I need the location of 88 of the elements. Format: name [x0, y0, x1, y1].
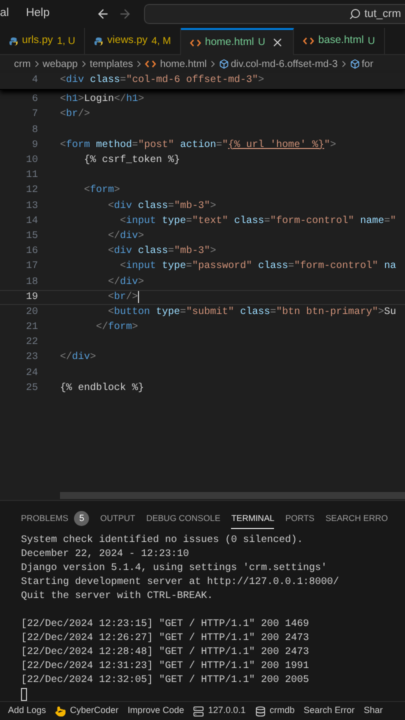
status-item[interactable]: Shar — [364, 704, 383, 718]
code-line: <form> — [83, 184, 120, 198]
status-item[interactable]: crmdb — [254, 704, 295, 718]
terminal-line: [22/Dec/2024 12:28:48] "GET / HTTP/1.1" 200 2473 — [21, 646, 310, 660]
editor-tab[interactable]: home.html U — [181, 28, 294, 55]
terminal-line: [22/Dec/2024 12:23:15] "GET / HTTP/1.1" 200 1469 — [21, 618, 310, 632]
code-line: </div> — [107, 230, 144, 244]
code-line: <input type="text" class="form-control" name=" — [119, 214, 396, 229]
line-number: 10 — [24, 154, 39, 168]
code-brackets-icon — [145, 60, 156, 68]
line-number: 22 — [24, 336, 39, 350]
code-line: <div class="mb-3"> — [107, 244, 216, 260]
terminal-line: [22/Dec/2024 12:31:23] "GET / HTTP/1.1" 200 1991 — [21, 660, 310, 674]
line-number: 12 — [24, 184, 39, 198]
line-number: 13 — [24, 200, 39, 214]
code-brackets-icon — [303, 37, 314, 45]
line-number: 23 — [24, 351, 39, 366]
cube-icon — [350, 59, 360, 69]
breadcrumb-item[interactable]: for — [362, 56, 374, 72]
panel-tab[interactable]: OUTPUT — [100, 509, 136, 529]
code-line: <br/> — [107, 290, 138, 305]
menu-item[interactable]: Help — [20, 5, 56, 23]
line-number: 8 — [30, 124, 39, 138]
line-number: 18 — [24, 276, 39, 290]
terminal-line: System check identified no issues (0 silenced). — [21, 534, 304, 548]
python-file-icon — [9, 36, 18, 46]
line-number: 7 — [30, 108, 39, 122]
line-number: 4 — [30, 74, 39, 88]
code-line: <button type="submit" class="btn btn-primary">Su — [107, 306, 396, 320]
panel-tab[interactable]: PROBLEMS 5 — [21, 509, 90, 529]
line-number: 19 — [24, 290, 39, 305]
code-line: <br/> — [60, 108, 90, 122]
code-line: {% endblock %} — [60, 382, 144, 396]
panel-tab[interactable]: DEBUG CONSOLE — [146, 509, 220, 529]
status-item[interactable]: 127.0.0.1 — [193, 704, 246, 718]
line-number: 25 — [24, 382, 39, 396]
breadcrumb-item[interactable]: templates — [90, 56, 134, 72]
text-cursor — [138, 291, 140, 304]
search-field[interactable]: tut_crm — [144, 4, 405, 24]
close-icon[interactable] — [271, 36, 284, 49]
python-file-icon — [94, 36, 104, 46]
search-value: tut_crm — [364, 6, 401, 22]
terminal-line: [22/Dec/2024 12:26:27] "GET / HTTP/1.1" 200 2473 — [21, 632, 310, 646]
line-number: 17 — [24, 260, 39, 274]
breadcrumb-item[interactable]: webapp — [42, 56, 78, 72]
terminal-line: December 22, 2024 - 12:23:10 — [21, 548, 190, 562]
terminal-line: Starting development server at http://127.0.0.1:8000/ — [21, 576, 340, 590]
code-line: {% csrf_token %} — [83, 154, 180, 168]
code-line: <input type="password" class="form-control" na — [119, 260, 396, 274]
line-number: 9 — [30, 138, 39, 153]
status-item[interactable]: Search Error — [304, 704, 355, 718]
code-line: <form method="post" action="{% url 'home' %}"> — [60, 138, 336, 153]
status-item[interactable]: Add Logs — [8, 704, 46, 718]
panel-tab[interactable]: SEARCH ERRO — [325, 509, 388, 529]
line-number: 24 — [24, 366, 39, 381]
code-brackets-icon — [190, 38, 201, 46]
code-line: <div class="mb-3"> — [107, 200, 216, 214]
breadcrumb-item[interactable]: crm — [14, 56, 31, 72]
breadcrumb-item[interactable]: home.html — [160, 56, 207, 72]
editor-tab[interactable]: urls.py 1, U — [0, 28, 86, 54]
menu-item[interactable]: al — [0, 5, 20, 23]
database-icon — [254, 706, 266, 716]
terminal-line: [22/Dec/2024 12:32:05] "GET / HTTP/1.1" 200 2005 — [21, 674, 310, 688]
line-number: 14 — [24, 214, 39, 229]
line-number: 21 — [24, 321, 39, 336]
line-number: 11 — [24, 169, 39, 184]
status-item[interactable]: CyberCoder — [55, 704, 119, 718]
panel-tab[interactable]: PORTS — [285, 509, 314, 529]
terminal-line: Django version 5.1.4, using settings 'crm.settings' — [21, 562, 328, 576]
code-line: <h1>Login</h1> — [60, 92, 144, 108]
code-line: </form> — [95, 320, 138, 336]
breadcrumb-item[interactable]: div.col-md-6.offset-md-3 — [230, 56, 338, 72]
status-item[interactable]: Improve Code — [128, 704, 184, 718]
server-icon — [193, 706, 204, 716]
code-line: </div> — [107, 276, 144, 290]
panel-tab[interactable]: TERMINAL — [231, 509, 274, 529]
line-number: 20 — [24, 306, 39, 320]
line-number: 16 — [24, 245, 39, 260]
line-number: 15 — [24, 230, 39, 244]
search-icon — [349, 8, 362, 20]
code-line: </div> — [60, 350, 96, 366]
code-line: <div class="col-md-6 offset-md-3"> — [60, 74, 264, 88]
pointing-hand-icon — [55, 706, 66, 716]
editor-tab[interactable]: base.html U — [294, 28, 386, 54]
cube-icon — [218, 59, 229, 69]
terminal-line: Quit the server with CTRL-BREAK. — [21, 590, 214, 604]
line-number: 6 — [30, 93, 39, 108]
horizontal-scrollbar[interactable] — [60, 492, 405, 499]
